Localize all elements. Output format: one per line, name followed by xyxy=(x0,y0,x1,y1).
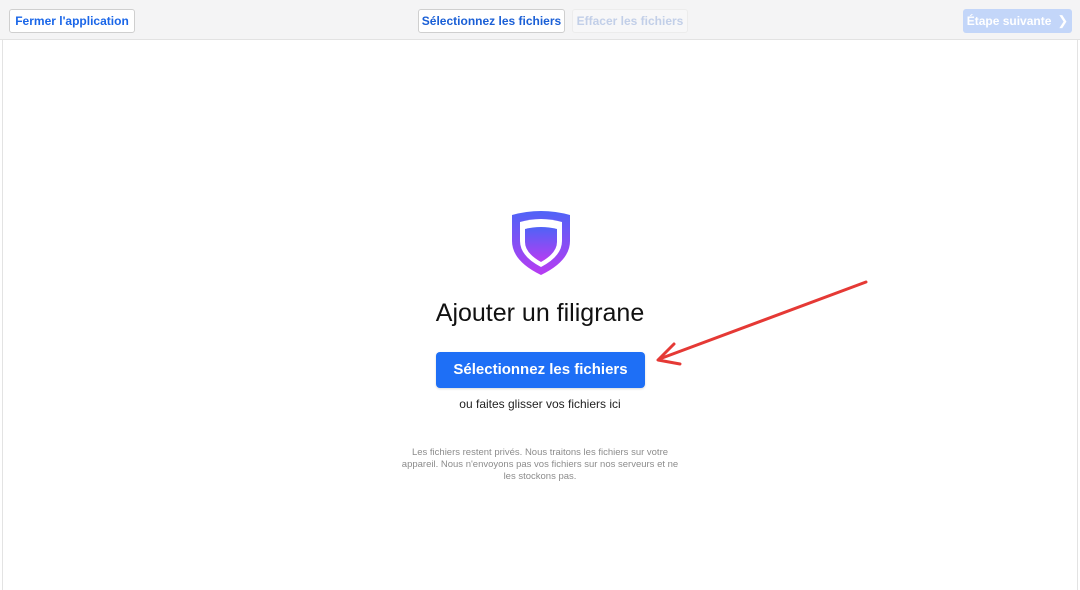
shield-icon xyxy=(512,211,570,275)
chevron-right-icon: ❯ xyxy=(1057,13,1069,28)
next-step-button[interactable]: Étape suivante ❯ xyxy=(963,9,1072,33)
select-files-button[interactable]: Sélectionnez les fichiers xyxy=(436,352,645,388)
drop-hint-text: ou faites glisser vos fichiers ici xyxy=(459,397,621,411)
top-toolbar: Fermer l'application Sélectionnez les fi… xyxy=(0,0,1080,40)
clear-files-button[interactable]: Effacer les fichiers xyxy=(572,9,688,33)
next-step-label: Étape suivante xyxy=(966,14,1052,28)
privacy-note: Les fichiers restent privés. Nous traito… xyxy=(401,447,679,482)
app-window xyxy=(2,0,1078,590)
select-files-toolbar-button[interactable]: Sélectionnez les fichiers xyxy=(418,9,565,33)
red-arrow-annotation xyxy=(656,280,868,366)
close-app-button[interactable]: Fermer l'application xyxy=(9,9,135,33)
